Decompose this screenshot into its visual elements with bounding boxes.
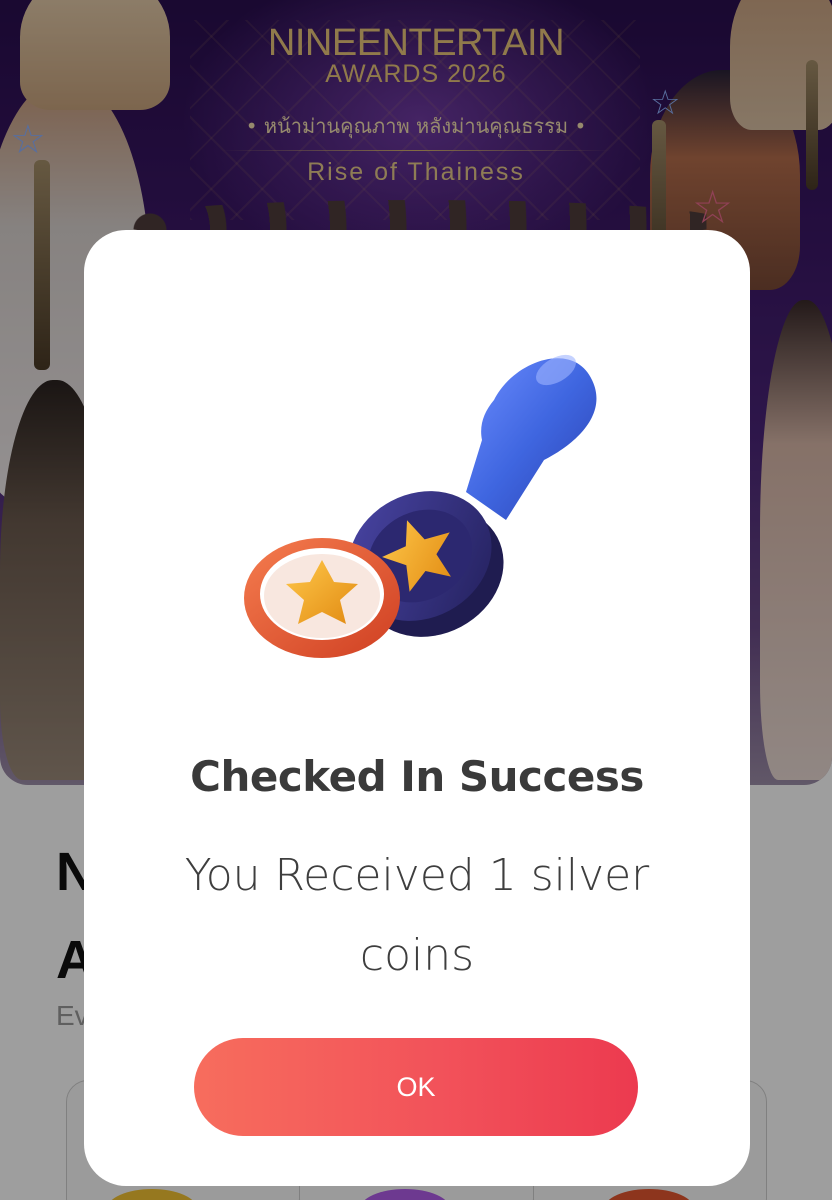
- ok-button[interactable]: OK: [194, 1038, 638, 1136]
- check-in-success-dialog: Checked In Success You Received 1 silver…: [84, 230, 750, 1186]
- dialog-title: Checked In Success: [190, 752, 644, 801]
- stamp-icon: [244, 354, 597, 658]
- dialog-message: You Received 1 silver coins: [184, 850, 650, 981]
- app-screen: ☆ ☆ ☆ NINEENTERTAIN AWARDS 2026 • หน้าม่…: [0, 0, 832, 1200]
